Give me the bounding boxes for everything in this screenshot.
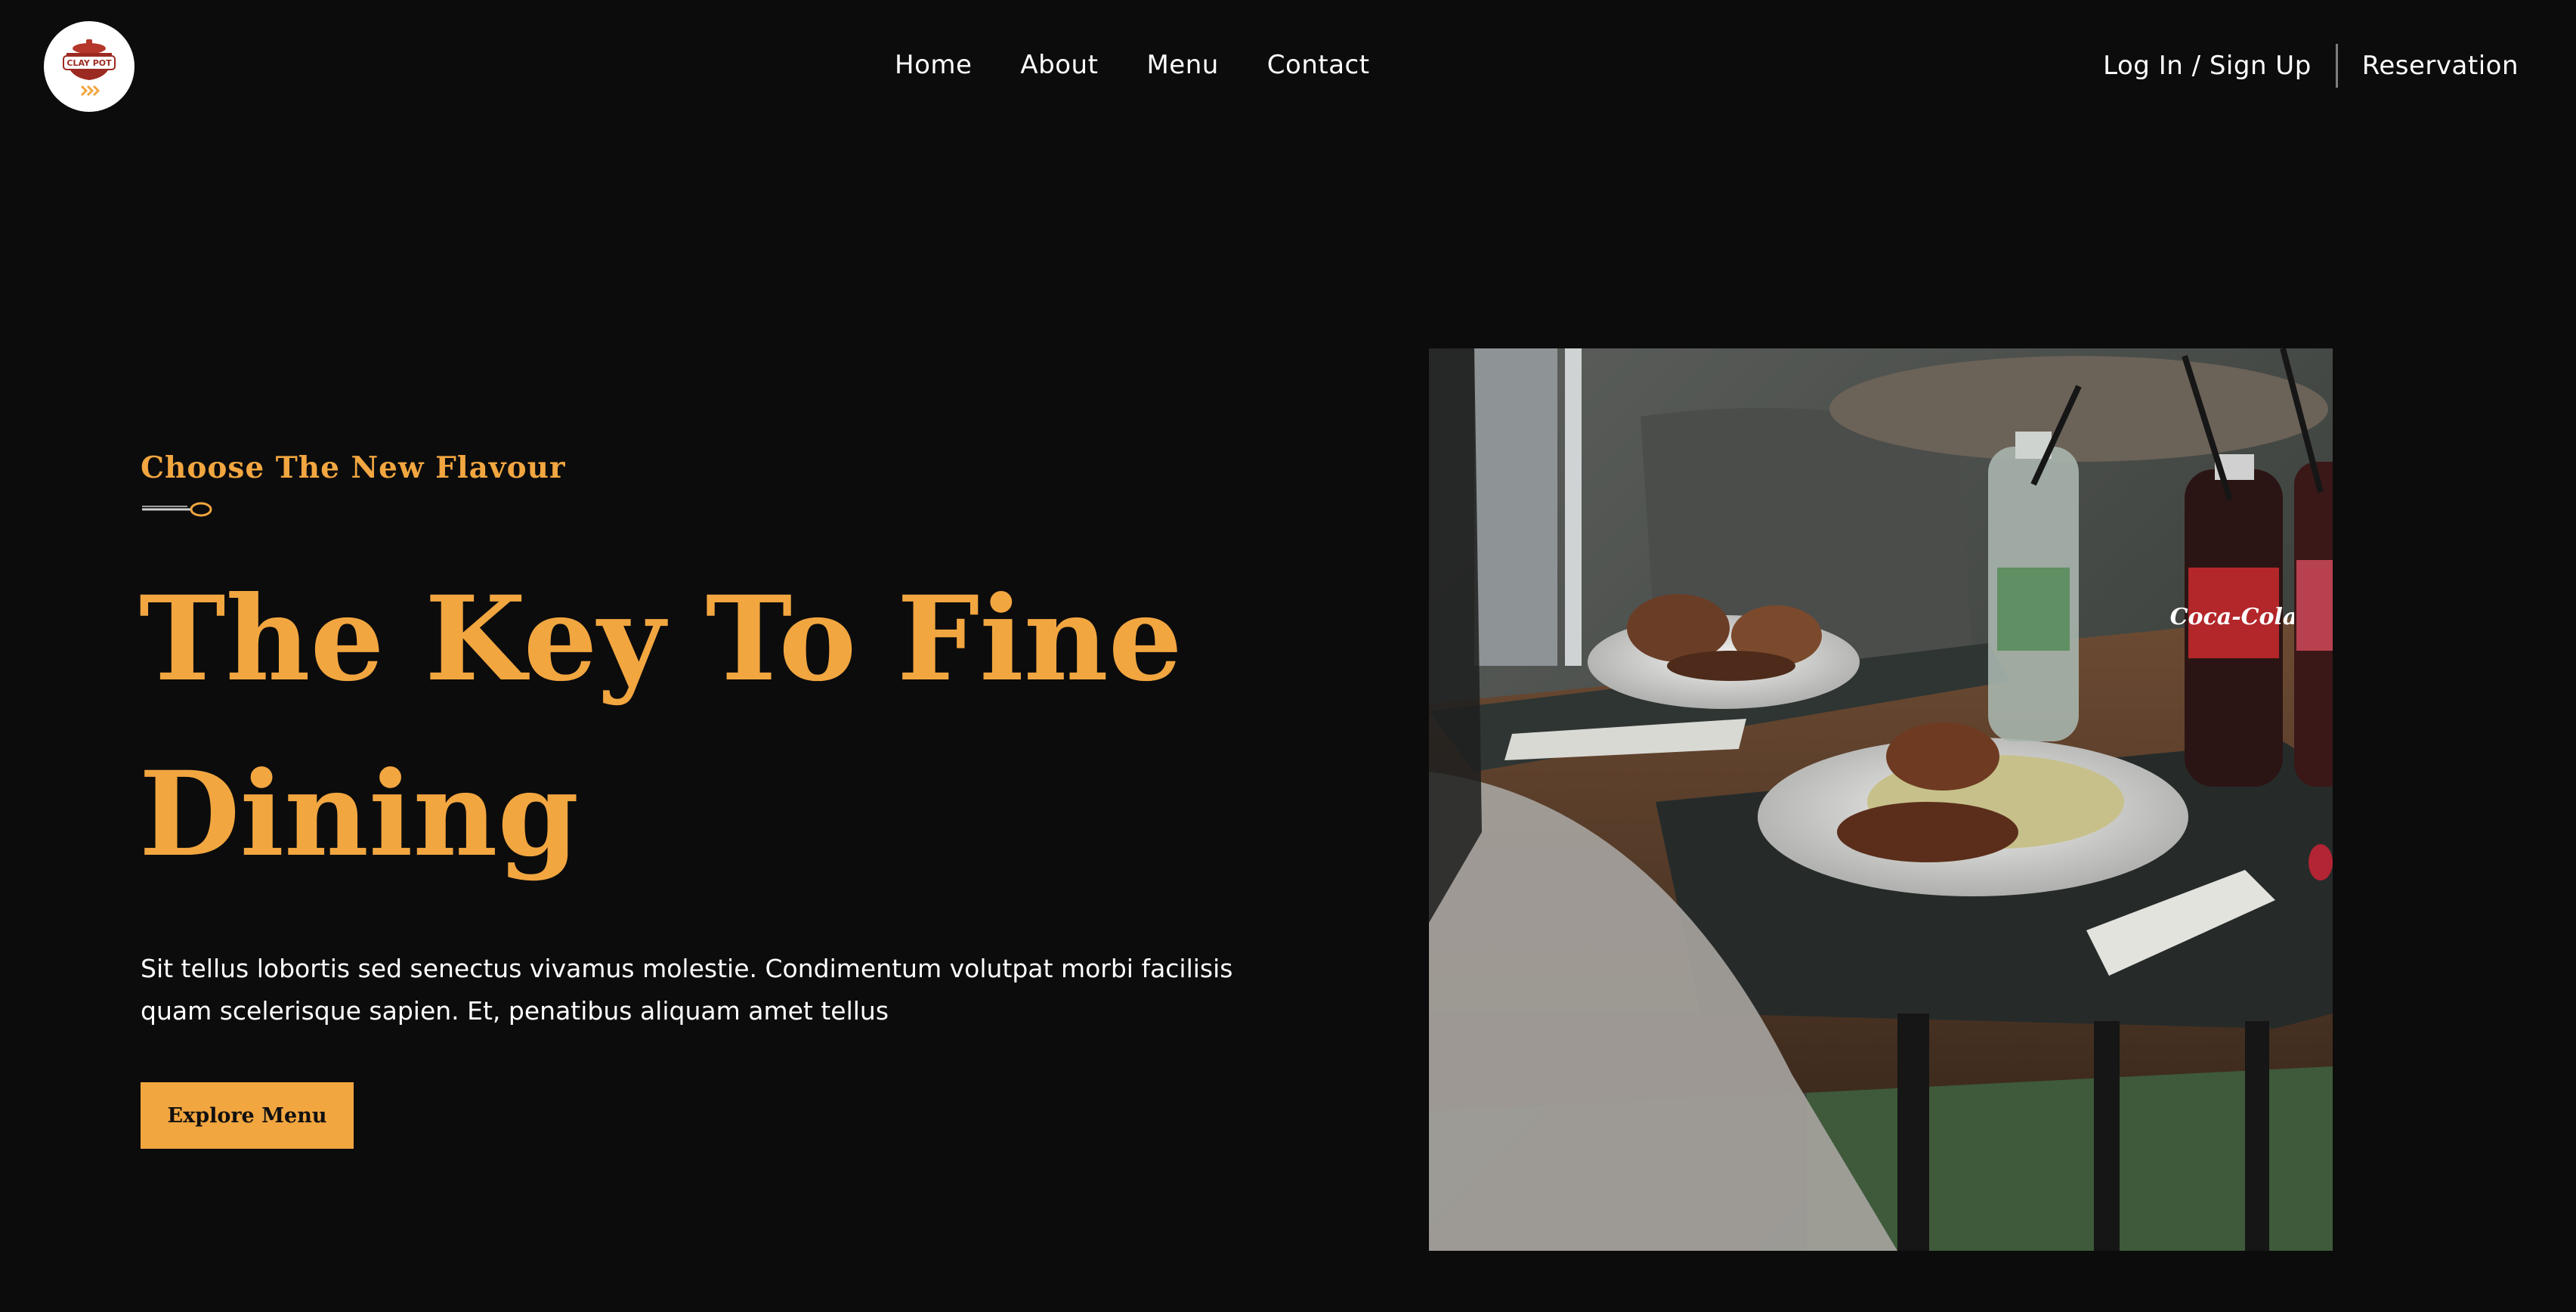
clay-pot-logo[interactable]: CLAY POT	[44, 21, 135, 112]
nav-item-home[interactable]: Home	[895, 50, 972, 80]
hero-description: Sit tellus lobortis sed senectus vivamus…	[141, 954, 1233, 1026]
nav-item-contact[interactable]: Contact	[1267, 50, 1370, 80]
nav-item-about[interactable]: About	[1020, 50, 1098, 80]
spoon-icon	[142, 502, 212, 517]
hero-headline: The Key To Fine Dining	[139, 571, 1183, 883]
nav-item-menu[interactable]: Menu	[1146, 50, 1218, 80]
hero-eyebrow: Choose The New Flavour	[141, 450, 566, 485]
reservation-link[interactable]: Reservation	[2362, 51, 2519, 81]
explore-menu-button[interactable]: Explore Menu	[141, 1082, 354, 1149]
header-divider	[2335, 44, 2338, 88]
login-signup-link[interactable]: Log In / Sign Up	[2103, 51, 2312, 81]
bottle-label-text: Coca-Cola	[2170, 604, 2298, 630]
site-header: CLAY POT Home About Menu Contact Log In …	[0, 0, 2576, 133]
logo-text: CLAY POT	[66, 58, 112, 68]
logo-pot-icon: CLAY POT	[63, 39, 116, 97]
food-table-image: Coca-Cola	[1429, 348, 2333, 1251]
header-actions: Log In / Sign Up Reservation	[2103, 44, 2519, 88]
main-nav: Home About Menu Contact	[895, 50, 1370, 80]
hero-food-photo: Coca-Cola	[1429, 348, 2333, 1251]
